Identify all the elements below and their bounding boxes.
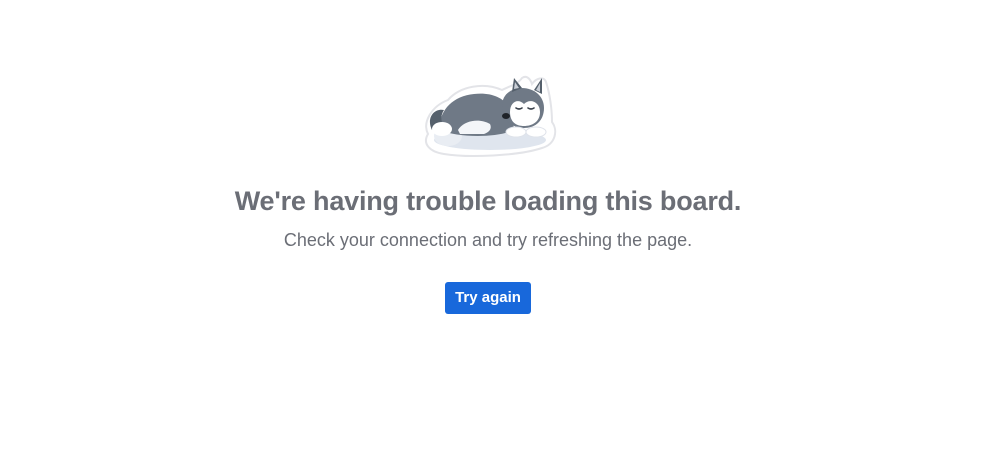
sleeping-husky-icon: [418, 72, 558, 160]
error-message: Check your connection and try refreshing…: [283, 230, 693, 250]
error-title: We're having trouble loading this board.: [234, 186, 742, 216]
try-again-button[interactable]: Try again: [445, 282, 531, 314]
error-page: We're having trouble loading this board.…: [0, 0, 998, 457]
